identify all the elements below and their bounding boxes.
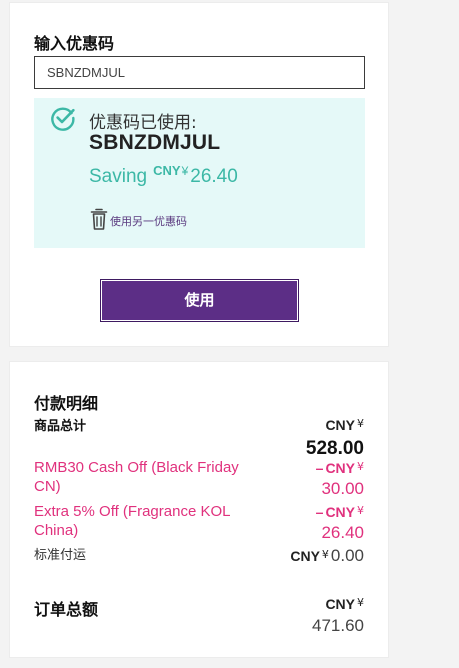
remove-promo-link[interactable]: 使用另一优惠码 [89,207,187,231]
promo-applied-panel: 优惠码已使用: SBNZDMJUL Saving CNY¥ 26.40 使用另一优惠… [34,98,365,248]
trash-icon [90,208,108,230]
discount-currency: CNY [325,460,355,476]
promo-applied-label: 优惠码已使用: [89,113,197,133]
payment-summary-card: 付款明细 商品总计 CNY ¥ 528.00 RMB30 Cash Off (Bl… [9,361,389,658]
discount-value: – CNY ¥ 30.00 [316,458,364,499]
shipping-amount: 0.00 [330,546,364,565]
saving-label: Saving [89,166,148,187]
saving-symbol: ¥ [181,164,189,178]
total-symbol: ¥ [357,596,364,609]
subtotal-label: 商品总计 [34,419,87,434]
promo-code-input[interactable] [34,56,365,89]
total-amount: 471.60 [312,616,364,635]
promo-applied-code: SBNZDMJUL [89,131,221,154]
shipping-currency: CNY [290,548,320,564]
discount-value: – CNY ¥ 26.40 [316,502,364,543]
apply-promo-button[interactable]: 使用 [100,279,299,322]
total-currency: CNY [325,596,355,612]
shipping-value: CNY ¥0.00 [290,546,364,566]
payment-summary-title: 付款明细 [34,394,99,413]
promo-code-title: 输入优惠码 [34,34,115,53]
promo-code-card: 输入优惠码 优惠码已使用: SBNZDMJUL Saving CNY¥26.40 … [9,2,389,347]
discount-amount: 30.00 [321,479,364,498]
remove-promo-label: 使用另一优惠码 [110,215,187,228]
discount-amount: 26.40 [321,523,364,542]
discount-currency: CNY [325,504,355,520]
total-label: 订单总额 [34,600,99,619]
discount-label: RMB30 Cash Off (Black Friday CN) [34,459,239,495]
subtotal-symbol: ¥ [357,417,364,430]
saving-currency: CNY [153,163,181,178]
promo-saving-row: Saving CNY¥ 26.40 [89,163,238,188]
subtotal-amount: 528.00 [305,438,364,459]
check-circle-icon [51,107,75,131]
discount-label: Extra 5% Off (Fragrance KOL China) [34,503,230,539]
discount-sign: – [315,504,324,520]
shipping-symbol: ¥ [321,548,329,561]
shipping-label: 标准付运 [34,548,87,563]
saving-amount: 26.40 [190,166,238,187]
subtotal-currency: CNY [325,417,355,433]
discount-sign: – [315,460,324,476]
discount-symbol: ¥ [357,504,364,517]
total-value: CNY ¥ 471.60 [312,594,364,636]
discount-symbol: ¥ [357,460,364,473]
subtotal-value: CNY ¥ 528.00 [306,415,364,460]
